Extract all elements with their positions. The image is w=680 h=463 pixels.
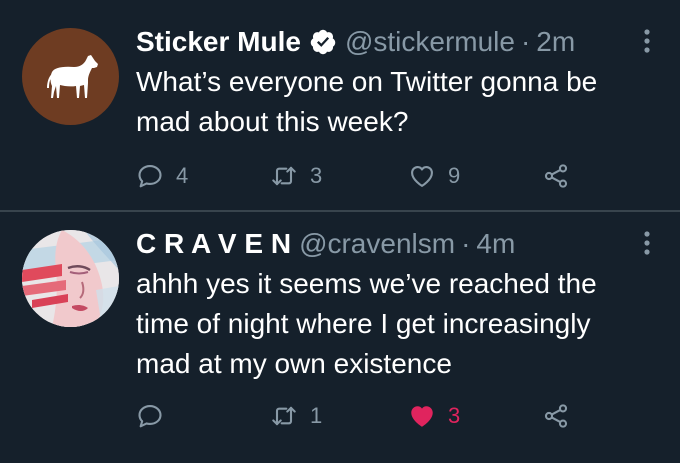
- author-handle[interactable]: @stickermule: [345, 26, 515, 58]
- author-name[interactable]: C R A V E N: [136, 228, 291, 260]
- retweet-count: 1: [310, 403, 323, 428]
- horse-icon: [47, 55, 98, 98]
- author-name[interactable]: Sticker Mule: [136, 26, 301, 58]
- tweet-text-line: mad at my own existence: [136, 348, 452, 379]
- more-options-icon[interactable]: [632, 228, 662, 258]
- tweet-actions: 4 3 9: [136, 158, 596, 194]
- like-count: 9: [448, 163, 461, 188]
- retweet-count: 3: [310, 163, 323, 188]
- tweet-actions: 1 3: [136, 398, 596, 434]
- timestamp[interactable]: 2m: [536, 26, 575, 58]
- more-options-icon[interactable]: [632, 26, 662, 56]
- tweet-header: C R A V E N @cravenlsm · 4m: [136, 224, 660, 264]
- share-icon: [544, 404, 568, 428]
- painted-face-avatar: [22, 230, 119, 327]
- separator-dot: ·: [461, 228, 471, 259]
- like-count: 3: [448, 403, 461, 428]
- heart-filled-icon: [411, 406, 433, 427]
- reply-icon: [138, 405, 162, 428]
- share-button[interactable]: [542, 158, 570, 194]
- avatar[interactable]: [22, 28, 119, 125]
- tweet-text: What’s everyone on Twitter gonna be mad …: [136, 62, 650, 142]
- tweet-text-line: mad about this week?: [136, 106, 409, 137]
- tweet-header: Sticker Mule @stickermule · 2m: [136, 22, 660, 62]
- like-button[interactable]: 9: [408, 158, 460, 194]
- tweet-text-line: What’s everyone on Twitter gonna be: [136, 66, 598, 97]
- separator-dot: ·: [520, 26, 531, 57]
- reply-button[interactable]: 4: [136, 158, 188, 194]
- reply-button[interactable]: [136, 398, 176, 434]
- retweet-button[interactable]: 3: [270, 158, 322, 194]
- tweet-text-line: ahhh yes it seems we’ve reached the: [136, 268, 597, 299]
- retweet-icon: [272, 406, 296, 426]
- verified-badge-icon: [310, 29, 336, 55]
- share-button[interactable]: [542, 398, 570, 434]
- tweet[interactable]: C R A V E N @cravenlsm · 4m ahhh yes it …: [0, 212, 680, 463]
- author-handle[interactable]: @cravenlsm: [299, 228, 455, 260]
- retweet-button[interactable]: 1: [270, 398, 322, 434]
- reply-count: 4: [176, 163, 189, 188]
- share-icon: [544, 164, 568, 188]
- tweet-text-line: time of night where I get increasingly: [136, 308, 591, 339]
- like-button[interactable]: 3: [408, 398, 460, 434]
- tweet[interactable]: Sticker Mule @stickermule · 2m What’s ev…: [0, 0, 680, 211]
- tweet-text: ahhh yes it seems we’ve reached the time…: [136, 264, 650, 384]
- retweet-icon: [272, 166, 296, 186]
- timestamp[interactable]: 4m: [476, 228, 515, 260]
- avatar[interactable]: [22, 230, 119, 327]
- reply-icon: [138, 165, 162, 188]
- heart-icon: [411, 165, 433, 187]
